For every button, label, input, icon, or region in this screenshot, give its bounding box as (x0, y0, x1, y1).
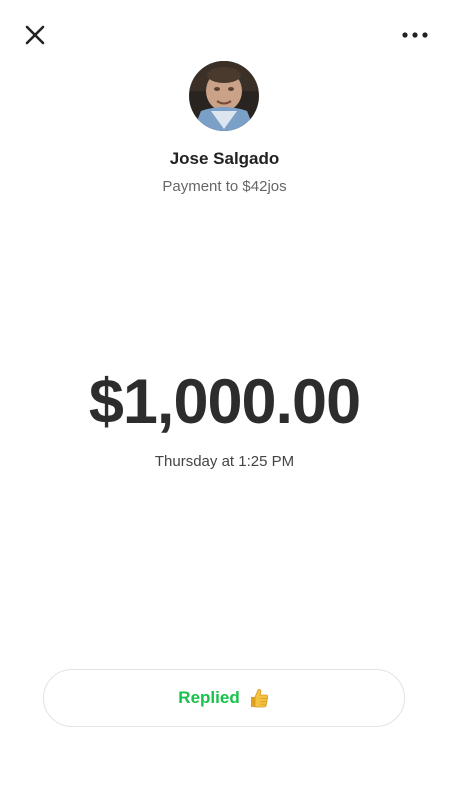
replied-button[interactable]: Replied (43, 669, 405, 727)
payment-detail-screen: Jose Salgado Payment to $42jos $1,000.00… (0, 0, 449, 800)
more-horizontal-icon (402, 32, 428, 38)
close-icon (25, 25, 45, 45)
payment-timestamp: Thursday at 1:25 PM (154, 453, 295, 470)
close-button[interactable] (22, 22, 48, 48)
payment-subtitle: Payment to $42jos (162, 178, 287, 195)
payment-amount: $1,000.00 (88, 367, 361, 437)
more-options-button[interactable] (399, 22, 431, 48)
replied-label: Replied (178, 688, 240, 707)
thumbs-up-icon (248, 687, 270, 709)
avatar-photo (189, 61, 259, 131)
avatar (189, 61, 259, 131)
recipient-name: Jose Salgado (169, 149, 280, 168)
